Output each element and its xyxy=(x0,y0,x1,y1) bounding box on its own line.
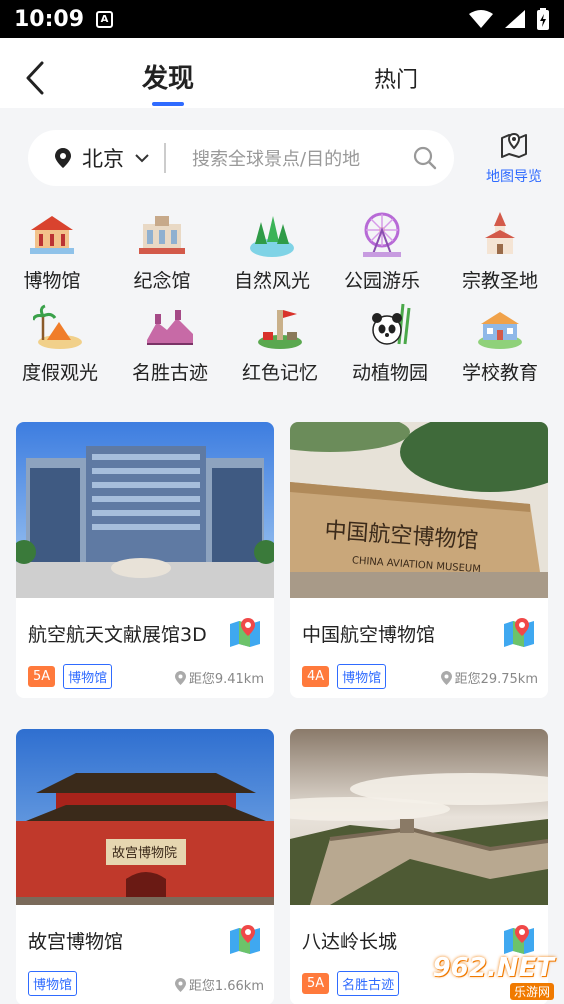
status-time: 10:09 xyxy=(14,6,85,32)
map-navigate-icon[interactable] xyxy=(228,616,262,648)
category-badge: 名胜古迹 xyxy=(337,971,400,996)
level-badge: 4A xyxy=(302,666,330,687)
map-guide-label: 地图导览 xyxy=(486,169,542,185)
modern-building-photo xyxy=(16,422,274,598)
city-selector[interactable]: 北京 xyxy=(82,143,124,173)
location-pin-icon xyxy=(174,977,186,992)
search-icon[interactable] xyxy=(412,145,438,171)
distance: 距您1.66km xyxy=(174,975,264,994)
card-title: 故宫博物馆 xyxy=(28,931,124,953)
attraction-card[interactable]: 故宫博物院 故宫博物馆 博物馆 距您1.66km xyxy=(16,729,274,1004)
status-bar: 10:09 A xyxy=(0,0,564,38)
map-navigate-icon[interactable] xyxy=(228,923,262,955)
beach-resort-icon xyxy=(33,304,82,349)
category-scenic-sites[interactable]: 名胜古迹 xyxy=(120,300,220,385)
map-pin-icon xyxy=(501,132,527,158)
category-memorial-hall[interactable]: 纪念馆 xyxy=(112,208,212,293)
level-badge: 5A xyxy=(302,973,330,994)
card-title: 中国航空博物馆 xyxy=(302,624,436,646)
card-image xyxy=(290,729,548,905)
tab-active-indicator xyxy=(152,102,184,106)
distance: 距您9.41km xyxy=(174,668,264,687)
category-label: 度假观光 xyxy=(21,362,98,384)
category-resort[interactable]: 度假观光 xyxy=(10,300,110,385)
category-zoo-botanical[interactable]: 动植物园 xyxy=(340,300,440,385)
category-grid: 博物馆 纪念馆 自然风光 公园游乐 宗教圣地 度假观光 名胜古迹 红色记忆 动植… xyxy=(0,200,564,390)
distance: 距您29.75km xyxy=(440,668,538,687)
card-title: 八达岭长城 xyxy=(302,931,398,953)
category-label: 名胜古迹 xyxy=(131,362,208,384)
location-pin-icon xyxy=(55,148,71,168)
school-icon xyxy=(478,312,522,349)
card-image xyxy=(16,422,274,598)
attraction-card[interactable]: 航空航天文献展馆3D 5A 博物馆 距您9.41km xyxy=(16,422,274,698)
category-religious[interactable]: 宗教圣地 xyxy=(450,208,550,293)
category-label: 自然风光 xyxy=(233,270,310,292)
card-image: 中国航空博物馆 CHINA AVIATION MUSEUM xyxy=(290,422,548,598)
category-school[interactable]: 学校教育 xyxy=(450,300,550,385)
notification-icon: A xyxy=(96,10,114,28)
category-label: 公园游乐 xyxy=(343,270,420,292)
tab-discover[interactable]: 发现 xyxy=(142,58,194,95)
battery-icon xyxy=(537,8,549,30)
attraction-card[interactable]: 中国航空博物馆 CHINA AVIATION MUSEUM 中国航空博物馆 4A… xyxy=(290,422,548,698)
search-row: 北京 搜索全球景点/目的地 地图导览 xyxy=(0,108,564,198)
card-title: 航空航天文献展馆3D xyxy=(28,624,207,646)
category-badge: 博物馆 xyxy=(28,971,78,996)
forbidden-city-gate-photo: 故宫博物院 xyxy=(16,729,274,905)
map-navigate-icon[interactable] xyxy=(502,616,536,648)
category-badge: 博物馆 xyxy=(337,664,387,689)
signal-icon xyxy=(505,10,525,28)
back-button[interactable] xyxy=(20,60,50,96)
site-watermark: 962.NET 乐游网 xyxy=(420,948,564,1004)
church-icon xyxy=(485,212,515,254)
location-pin-icon xyxy=(174,670,186,685)
card-tags: 5A 博物馆 xyxy=(28,664,113,689)
category-label: 纪念馆 xyxy=(133,270,191,292)
card-tags: 博物馆 xyxy=(28,971,78,996)
watermark-logo: 962.NET xyxy=(432,952,554,983)
ferris-wheel-icon xyxy=(363,212,401,257)
memorial-hall-icon xyxy=(139,216,185,254)
distance-text: 距您29.75km xyxy=(454,672,538,687)
watermark-caption: 乐游网 xyxy=(509,982,554,1000)
map-guide-button[interactable]: 地图导览 xyxy=(476,130,552,186)
category-museum[interactable]: 博物馆 xyxy=(2,208,102,293)
panda-icon xyxy=(372,303,411,345)
wifi-icon xyxy=(469,10,493,28)
chevron-down-icon[interactable] xyxy=(134,150,150,166)
gate-plaque: 故宫博物院 xyxy=(112,846,177,861)
nature-icon xyxy=(250,216,294,257)
top-nav: 发现 热门 xyxy=(0,38,564,108)
great-wall-icon xyxy=(147,310,193,345)
search-divider xyxy=(164,143,166,173)
red-memory-icon xyxy=(258,310,302,349)
category-nature[interactable]: 自然风光 xyxy=(222,208,322,293)
category-red-memory[interactable]: 红色记忆 xyxy=(230,300,330,385)
category-park[interactable]: 公园游乐 xyxy=(332,208,432,293)
aviation-museum-wall-photo: 中国航空博物馆 CHINA AVIATION MUSEUM xyxy=(290,422,548,598)
distance-text: 距您9.41km xyxy=(188,672,264,687)
search-bar: 北京 搜索全球景点/目的地 xyxy=(28,130,454,186)
location-pin-icon xyxy=(440,670,452,685)
category-label: 学校教育 xyxy=(461,362,538,384)
great-wall-photo xyxy=(290,729,548,905)
category-label: 动植物园 xyxy=(351,362,428,384)
category-label: 宗教圣地 xyxy=(461,270,538,292)
search-input[interactable]: 搜索全球景点/目的地 xyxy=(192,145,412,171)
category-label: 博物馆 xyxy=(23,270,81,292)
category-badge: 博物馆 xyxy=(63,664,113,689)
distance-text: 距您1.66km xyxy=(188,979,264,994)
category-label: 红色记忆 xyxy=(241,362,318,384)
tab-hot[interactable]: 热门 xyxy=(374,62,418,94)
card-tags: 4A 博物馆 xyxy=(302,664,387,689)
level-badge: 5A xyxy=(28,666,56,687)
card-image: 故宫博物院 xyxy=(16,729,274,905)
museum-icon xyxy=(30,216,74,254)
back-arrow-icon xyxy=(26,61,44,95)
card-tags: 5A 名胜古迹 xyxy=(302,971,400,996)
